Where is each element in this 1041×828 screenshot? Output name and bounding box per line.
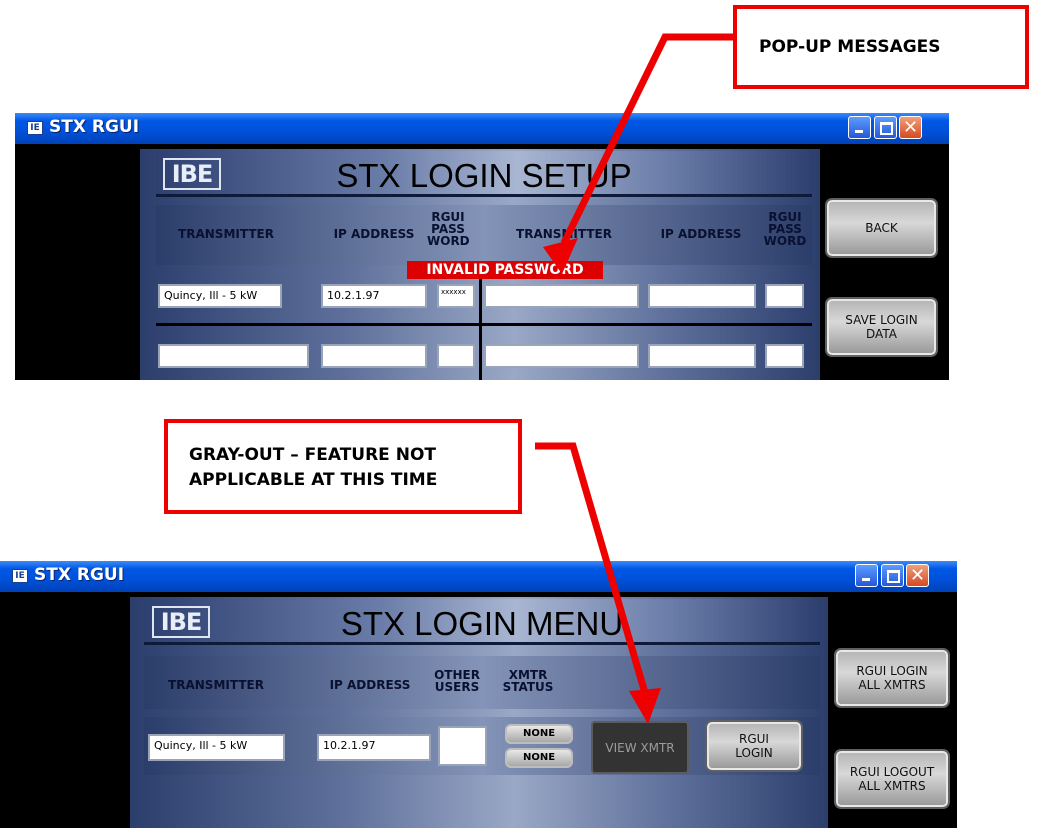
grayout-callout-arrow — [535, 442, 661, 724]
callout-arrows — [535, 33, 733, 724]
popup-callout-arrow — [543, 33, 733, 274]
